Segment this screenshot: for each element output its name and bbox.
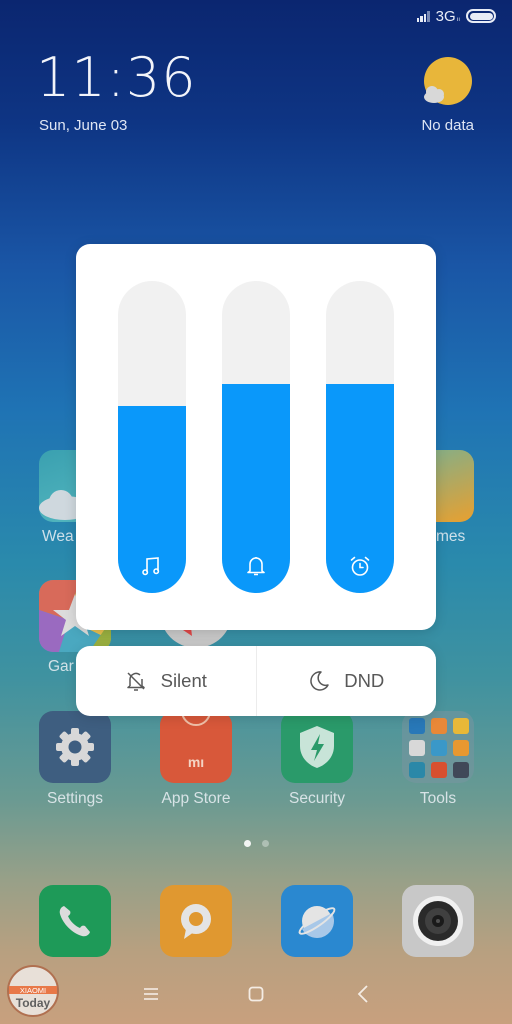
dnd-label: DND <box>344 670 385 691</box>
video-mini-icon <box>431 762 447 778</box>
signal-bars-icon <box>416 10 430 22</box>
bell-icon <box>247 557 265 576</box>
notes-dark-mini-icon <box>453 762 469 778</box>
volume-panel <box>76 244 436 630</box>
home-square-icon <box>248 986 264 1002</box>
security-label: Security <box>289 790 345 807</box>
silent-button[interactable]: Silent <box>76 646 256 716</box>
svg-text:XIAOMI: XIAOMI <box>20 986 46 995</box>
calendar-mini-icon <box>453 740 469 756</box>
mi-store-icon: mı <box>181 711 211 770</box>
settings-app[interactable] <box>39 711 111 783</box>
media-volume-slider[interactable] <box>118 281 186 593</box>
gear-icon <box>56 728 94 766</box>
app-store-label: App Store <box>161 790 231 807</box>
status-bar: 3G ıı <box>416 6 496 26</box>
camera-lens-icon <box>413 896 463 946</box>
mail-mini-icon <box>409 740 425 756</box>
planet-icon <box>298 906 336 938</box>
silent-label: Silent <box>160 670 207 691</box>
ringer-volume-slider[interactable] <box>222 281 290 593</box>
ringer-mode-bar: Silent DND <box>76 646 436 716</box>
browser-app[interactable] <box>281 885 353 957</box>
alarm-volume-slider[interactable] <box>326 281 394 593</box>
page-dot[interactable] <box>262 840 269 847</box>
clock-time[interactable]: 11:36 <box>36 46 197 109</box>
phone-icon <box>59 906 90 937</box>
network-type: 3G <box>435 7 456 25</box>
sun-cloud-icon[interactable] <box>421 56 473 108</box>
page-dot-active[interactable] <box>244 840 251 847</box>
xiaomi-today-watermark: XIAOMI Today <box>7 965 59 1017</box>
weather-status: No data <box>421 117 474 134</box>
weather-app-label: Wea <box>42 528 74 545</box>
settings-label: Settings <box>46 790 103 807</box>
clock-date: Sun, June 03 <box>39 117 128 134</box>
svg-text:mı: mı <box>188 754 204 770</box>
recorder-mini-icon <box>409 762 425 778</box>
phone-app[interactable] <box>39 885 111 957</box>
shield-bolt-icon <box>300 726 334 768</box>
themes-app-label: mes <box>436 528 466 545</box>
messages-app[interactable] <box>160 885 232 957</box>
camera-app[interactable] <box>402 885 474 957</box>
chat-bubble-icon <box>181 904 211 939</box>
notes-mini-icon <box>431 718 447 734</box>
home-button[interactable] <box>236 980 276 1008</box>
back-chevron-icon <box>357 985 368 1003</box>
dnd-button[interactable]: DND <box>257 646 437 716</box>
svg-text:Today: Today <box>16 996 51 1010</box>
tools-folder[interactable] <box>402 711 474 783</box>
security-app[interactable] <box>281 711 353 783</box>
moon-icon <box>310 671 329 691</box>
games-app-label: Gar <box>48 658 74 675</box>
battery-icon <box>466 9 496 23</box>
bell-off-icon <box>126 672 145 691</box>
tools-label: Tools <box>419 790 457 807</box>
network-activity: ıı <box>456 17 460 23</box>
back-button[interactable] <box>343 980 383 1008</box>
files-mini-icon <box>453 718 469 734</box>
alarm-clock-icon <box>350 556 370 576</box>
menu-icon <box>144 988 158 1000</box>
page-indicator <box>244 840 269 847</box>
menu-button[interactable] <box>131 980 171 1008</box>
contacts-mini-icon <box>409 718 425 734</box>
music-note-icon <box>142 557 160 576</box>
app-store-app[interactable]: mı <box>160 711 232 783</box>
compass-mini-icon <box>431 740 447 756</box>
